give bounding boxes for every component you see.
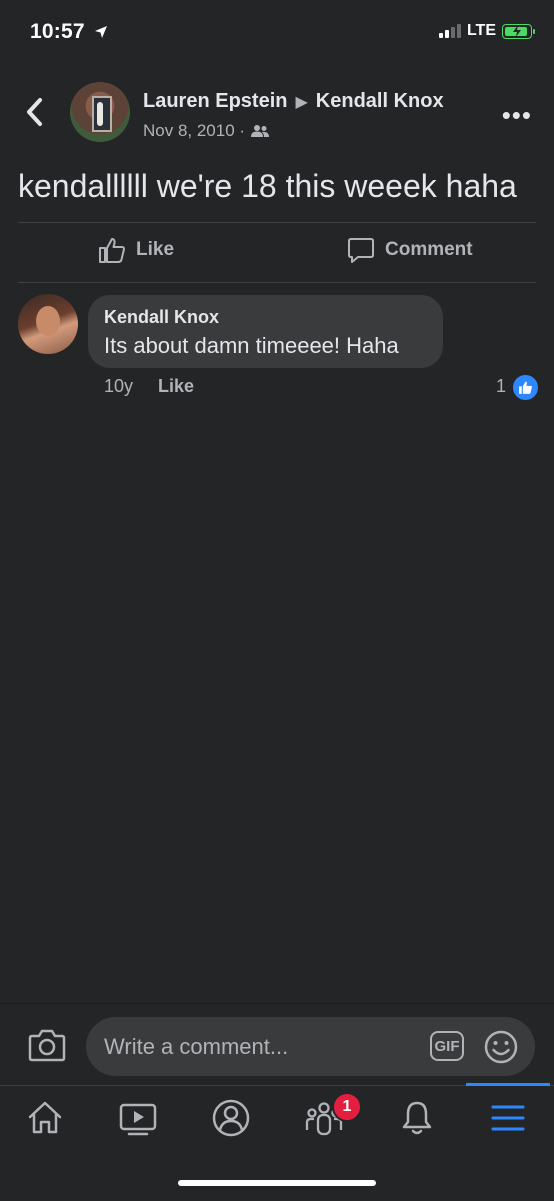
nav-notifications[interactable] (395, 1098, 439, 1138)
comment-avatar[interactable] (18, 294, 78, 354)
chevron-left-icon (27, 98, 42, 126)
comment-like-button[interactable]: Like (158, 376, 194, 397)
friends-privacy-icon (251, 125, 270, 137)
divider (18, 222, 536, 223)
avatar[interactable] (70, 82, 130, 142)
post-meta: Nov 8, 2010 · (143, 121, 270, 141)
notification-badge: 1 (332, 1092, 362, 1122)
status-time: 10:57 (30, 20, 108, 44)
comment-text: Its about damn timeeee! Haha (104, 333, 399, 358)
profile-icon (212, 1099, 250, 1137)
signal-icon (438, 24, 461, 38)
like-label: Like (136, 239, 175, 260)
hamburger-menu-icon (491, 1105, 525, 1131)
nav-profile[interactable] (209, 1098, 253, 1138)
location-arrow-icon (94, 26, 107, 38)
divider (18, 282, 536, 283)
home-icon (28, 1101, 62, 1134)
reaction-count[interactable]: 1 (496, 376, 506, 397)
video-icon (119, 1103, 157, 1136)
gif-button[interactable]: GIF (430, 1031, 464, 1061)
home-indicator (178, 1180, 376, 1186)
thumbs-up-icon (99, 238, 125, 263)
comment-author[interactable]: Kendall Knox (104, 307, 219, 328)
comment-bubble-icon (348, 238, 374, 263)
emoji-icon[interactable] (483, 1029, 519, 1065)
comment-input[interactable] (86, 1017, 535, 1076)
comment-age: 10y (104, 376, 134, 396)
post-author-line: Lauren Epstein ▶ Kendall Knox (143, 90, 444, 113)
status-indicators: LTE (438, 22, 535, 40)
nav-watch[interactable] (116, 1098, 160, 1138)
triangle-right-icon: ▶ (295, 93, 308, 111)
active-tab-indicator (466, 1083, 550, 1086)
bell-icon (402, 1101, 432, 1135)
back-button[interactable] (20, 92, 50, 132)
nav-menu[interactable] (486, 1098, 530, 1138)
post-date[interactable]: Nov 8, 2010 · (143, 121, 245, 141)
camera-icon[interactable] (28, 1028, 66, 1062)
network-label: LTE (466, 22, 496, 39)
like-button[interactable]: Like (98, 236, 174, 264)
comment-button[interactable]: Comment (347, 236, 473, 264)
more-options-icon[interactable]: ••• (502, 100, 532, 131)
post-text: kendallllll we're 18 this weeek haha (18, 168, 517, 204)
status-time-text: 10:57 (30, 20, 85, 43)
like-reaction-icon[interactable] (512, 374, 539, 401)
comment-label: Comment (385, 239, 473, 260)
nav-home[interactable] (23, 1098, 67, 1138)
post-target-name[interactable]: Kendall Knox (316, 90, 444, 113)
post-author-name[interactable]: Lauren Epstein (143, 90, 287, 113)
battery-icon (502, 23, 535, 39)
